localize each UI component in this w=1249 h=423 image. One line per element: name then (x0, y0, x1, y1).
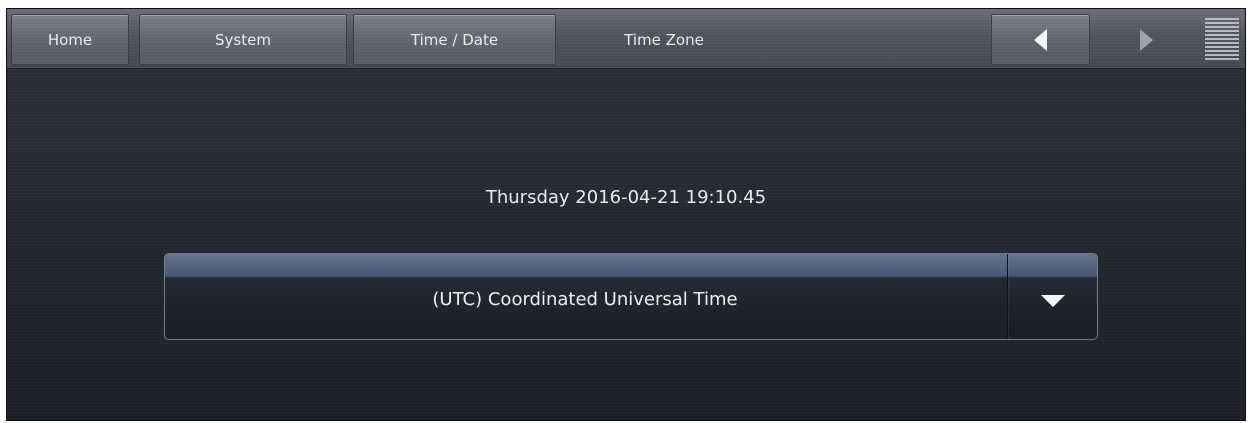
page-title: Time Zone (624, 30, 704, 49)
app-window: Home System Time / Date Time Zone Thursd… (6, 8, 1246, 421)
dropdown-toggle[interactable] (1008, 254, 1097, 339)
breadcrumb-time-date[interactable]: Time / Date (353, 14, 556, 65)
top-nav-bar: Home System Time / Date Time Zone (7, 9, 1245, 69)
triangle-left-icon (1034, 28, 1047, 51)
triangle-right-icon (1140, 28, 1153, 51)
current-datetime: Thursday 2016-04-21 19:10.45 (485, 187, 767, 208)
triangle-down-icon (1041, 294, 1065, 307)
forward-button[interactable] (1097, 14, 1196, 65)
breadcrumb-home[interactable]: Home (11, 14, 129, 65)
timezone-selected-value: (UTC) Coordinated Universal Time (432, 289, 738, 310)
timezone-dropdown[interactable]: (UTC) Coordinated Universal Time (164, 253, 1098, 340)
hamburger-menu-icon[interactable] (1205, 18, 1239, 62)
breadcrumb-system[interactable]: System (139, 14, 347, 65)
main-panel: Thursday 2016-04-21 19:10.45 (UTC) Coord… (7, 69, 1245, 420)
back-button[interactable] (991, 14, 1090, 65)
